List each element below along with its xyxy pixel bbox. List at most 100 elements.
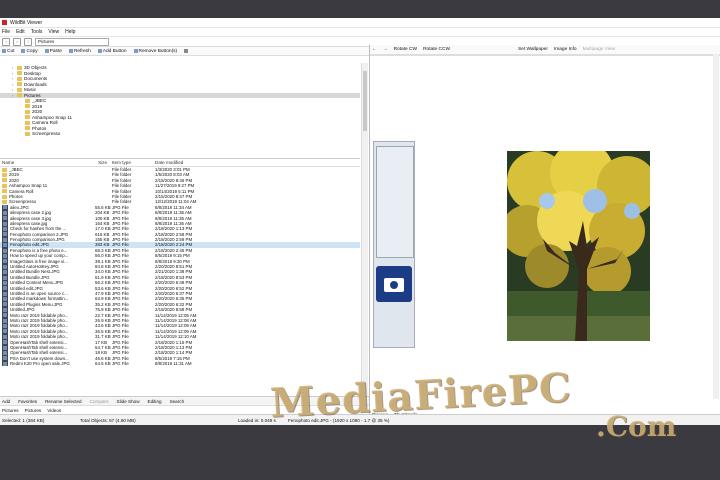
folder-icon <box>25 131 30 136</box>
image-file-icon <box>2 361 8 367</box>
title-bar: WildBit Viewer <box>0 18 720 28</box>
address-path[interactable]: Pictures <box>35 37 109 46</box>
file-list-scrollbar[interactable] <box>361 63 368 403</box>
folder-icon <box>25 104 30 109</box>
add-button-label: Add Button <box>102 48 127 54</box>
file-date: 8/8/2019 11:31 AM <box>155 361 192 367</box>
refresh-button[interactable]: Refresh <box>68 48 91 54</box>
folder-icon <box>2 167 7 172</box>
window-title: WildBit Viewer <box>10 19 43 26</box>
app-logo-icon <box>2 20 7 25</box>
rotate-cw-button[interactable]: Rotate CW <box>394 47 417 52</box>
refresh-label: Refresh <box>73 48 91 54</box>
prev-image-icon[interactable]: ← <box>372 47 377 52</box>
status-total: Total Objects: 67 (4.80 MB) <box>80 417 136 423</box>
file-list: Name Size Item type Date modified _JBEC F… <box>0 160 360 410</box>
folder-icon <box>2 200 7 205</box>
scissors-icon <box>2 49 6 53</box>
menu-file[interactable]: File <box>2 29 10 35</box>
folder-icon <box>25 126 30 131</box>
editing-tab[interactable]: Editing <box>148 399 162 404</box>
folder-icon <box>17 82 22 87</box>
preview-photo <box>507 151 650 341</box>
refresh-icon <box>68 49 73 53</box>
status-selected: Selected: 1 (384 KB) <box>2 417 45 423</box>
preview-scrollbar[interactable] <box>713 54 719 399</box>
folder-icon <box>25 109 30 114</box>
remove-buttons-label: Remove Button(s) <box>138 48 178 54</box>
file-rows: _JBEC File folder 1/3/2020 3:01 PM 2019 File… <box>0 167 360 367</box>
preview-pane: ← → Rotate CW Rotate CCW Set Wallpaper I… <box>369 45 720 417</box>
menu-help[interactable]: Help <box>65 29 75 35</box>
folder-icon <box>17 71 22 76</box>
set-wallpaper-button[interactable]: Set Wallpaper <box>518 47 548 52</box>
paste-button[interactable]: Paste <box>44 48 62 54</box>
rename-selected-tab[interactable]: Rename Selected <box>45 399 82 404</box>
cut-button[interactable]: Cut <box>2 49 14 54</box>
scrollbar-thumb[interactable] <box>363 71 367 131</box>
column-type[interactable]: Item type <box>107 160 155 166</box>
remove-buttons-button[interactable]: Remove Button(s) <box>133 48 178 54</box>
file-row[interactable]: Redmi K20 Pro open sale.JPG 64.5 KB JPG Fi… <box>0 361 360 367</box>
menu-edit[interactable]: Edit <box>16 29 25 35</box>
column-size[interactable]: Size <box>95 160 107 166</box>
column-date[interactable]: Date modified <box>155 160 245 166</box>
compare-tab[interactable]: Compare <box>90 399 109 404</box>
location-tab-pictures-2[interactable]: Pictures <box>25 408 42 413</box>
folder-icon <box>17 76 22 81</box>
status-loaded: Loaded in: 0.049 s <box>238 417 276 423</box>
add-icon <box>97 49 102 53</box>
outer-frame-top <box>0 0 720 18</box>
location-tab-pictures[interactable]: Pictures <box>2 408 19 413</box>
tree-item[interactable]: › Pictures <box>0 92 360 99</box>
column-name[interactable]: Name <box>0 160 95 166</box>
paste-label: Paste <box>49 48 62 54</box>
folder-icon <box>2 178 7 183</box>
copy-label: Copy <box>26 48 38 54</box>
image-info-button[interactable]: Image Info <box>554 47 577 52</box>
menu-view[interactable]: View <box>48 29 59 35</box>
folder-icon <box>17 93 22 98</box>
remove-icon <box>133 49 138 53</box>
search-tab[interactable]: Search <box>170 399 185 404</box>
camera-logo-icon <box>376 266 412 302</box>
copy-button[interactable]: Copy <box>21 48 38 54</box>
folder-icon <box>25 98 30 103</box>
folder-icon <box>17 87 22 92</box>
folder-icon <box>17 65 22 70</box>
watermark-suffix: .Com <box>596 410 677 443</box>
expand-chevron-icon[interactable]: › <box>12 93 15 99</box>
back-arrow-icon[interactable]: ‹ <box>2 37 10 46</box>
paste-icon <box>44 49 49 53</box>
rotate-ccw-button[interactable]: Rotate CCW <box>423 47 450 52</box>
app-window: WildBit Viewer File Edit Tools View Help… <box>0 18 720 425</box>
screenshot-thumbnail <box>376 146 414 258</box>
folder-icon <box>2 173 7 178</box>
preview-image-left <box>373 141 415 348</box>
filter-button[interactable] <box>184 49 189 53</box>
favorites-tab[interactable]: Favorites <box>18 399 37 404</box>
tree-item[interactable]: Screenpresso <box>20 131 60 137</box>
preview-toolbar: ← → Rotate CW Rotate CCW Set Wallpaper I… <box>370 45 720 55</box>
file-name: Redmi K20 Pro open sale.JPG <box>10 361 70 367</box>
file-name-cell: Redmi K20 Pro open sale.JPG <box>0 361 95 367</box>
location-tab-videos[interactable]: Videos <box>47 408 61 413</box>
folder-tree: › 3D Objects › Desktop › Documents › Downloads ›… <box>0 63 360 159</box>
tree-item-label: Screenpresso <box>32 131 61 136</box>
add-button-button[interactable]: Add Button <box>97 48 127 54</box>
add-tab[interactable]: Add <box>2 399 10 404</box>
tree-photo-image <box>507 151 650 341</box>
multipage-view-button[interactable]: Multipage View <box>583 47 615 52</box>
forward-arrow-icon[interactable]: › <box>13 37 21 46</box>
copy-icon <box>21 49 26 53</box>
folder-icon <box>2 183 7 188</box>
next-image-icon[interactable]: → <box>383 47 388 52</box>
file-list-header: Name Size Item type Date modified <box>0 160 360 167</box>
menu-bar: File Edit Tools View Help <box>0 28 720 37</box>
slide-show-tab[interactable]: Slide Show <box>117 399 140 404</box>
menu-tools[interactable]: Tools <box>31 29 43 35</box>
folder-icon <box>25 120 30 125</box>
file-size: 64.5 KB <box>95 361 111 367</box>
up-folder-icon[interactable]: ↑ <box>24 37 32 46</box>
folder-icon <box>25 115 30 120</box>
